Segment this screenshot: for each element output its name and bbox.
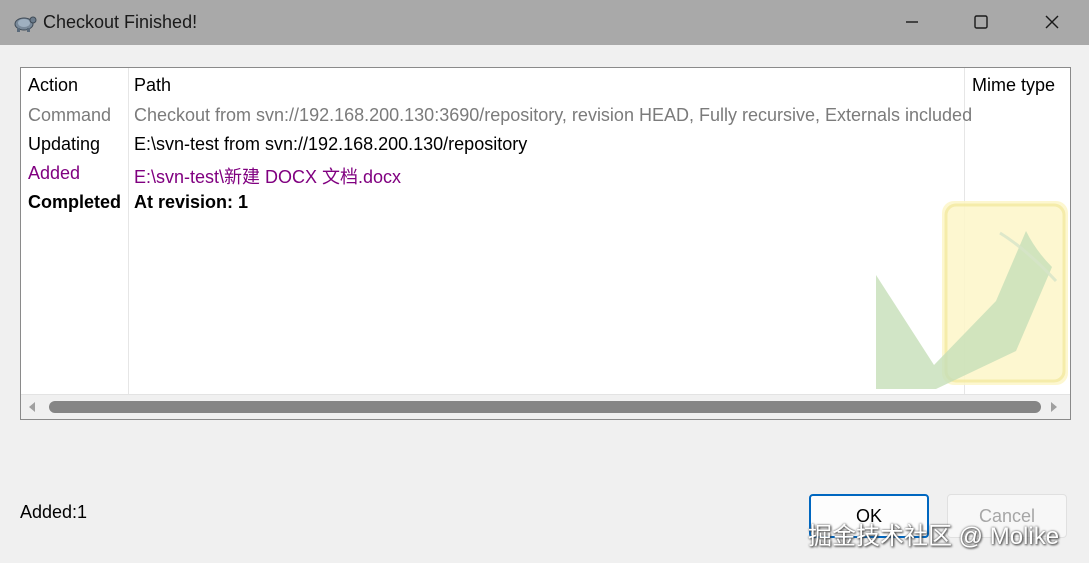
row-action: Command bbox=[28, 105, 112, 125]
scrollbar-thumb[interactable] bbox=[49, 401, 1041, 413]
list-row[interactable]: Added E:\svn-test\新建 DOCX 文档.docx bbox=[21, 159, 961, 188]
close-button[interactable] bbox=[1029, 0, 1075, 45]
list-row[interactable]: Command Checkout from svn://192.168.200.… bbox=[21, 101, 972, 130]
title-bar[interactable]: Checkout Finished! bbox=[0, 0, 1089, 45]
minimize-icon bbox=[906, 21, 918, 23]
tortoisesvn-icon bbox=[14, 16, 37, 32]
maximize-icon bbox=[974, 15, 988, 29]
row-path: E:\svn-test from svn://192.168.200.130/r… bbox=[134, 134, 528, 154]
row-path: Checkout from svn://192.168.200.130:3690… bbox=[134, 105, 973, 125]
credit-watermark: 掘金技术社区 @ Molike bbox=[808, 523, 1060, 550]
row-action: Completed bbox=[28, 192, 122, 212]
checkmark-watermark-icon bbox=[876, 201, 1068, 389]
close-icon bbox=[1045, 15, 1059, 29]
row-path: E:\svn-test\新建 DOCX 文档.docx bbox=[134, 167, 402, 187]
status-summary: Added:1 bbox=[20, 502, 88, 522]
row-action: Updating bbox=[28, 134, 101, 154]
scroll-right-arrow-icon[interactable] bbox=[1051, 402, 1057, 412]
row-path: At revision: 1 bbox=[134, 192, 249, 212]
scroll-left-arrow-icon[interactable] bbox=[29, 402, 35, 412]
horizontal-scrollbar[interactable] bbox=[21, 394, 1070, 419]
column-header-path[interactable]: Path bbox=[134, 75, 171, 96]
list-header: Action Path Mime type bbox=[21, 68, 1070, 102]
list-row[interactable]: Completed At revision: 1 bbox=[21, 188, 961, 217]
maximize-button[interactable] bbox=[958, 0, 1004, 45]
minimize-button[interactable] bbox=[889, 0, 935, 45]
results-list[interactable]: Action Path Mime type Command Checkout f… bbox=[20, 67, 1071, 420]
column-header-mime-type[interactable]: Mime type bbox=[972, 75, 1055, 96]
list-row[interactable]: Updating E:\svn-test from svn://192.168.… bbox=[21, 130, 961, 159]
window-title: Checkout Finished! bbox=[43, 12, 198, 32]
column-header-action[interactable]: Action bbox=[28, 75, 78, 96]
row-action: Added bbox=[28, 163, 81, 183]
